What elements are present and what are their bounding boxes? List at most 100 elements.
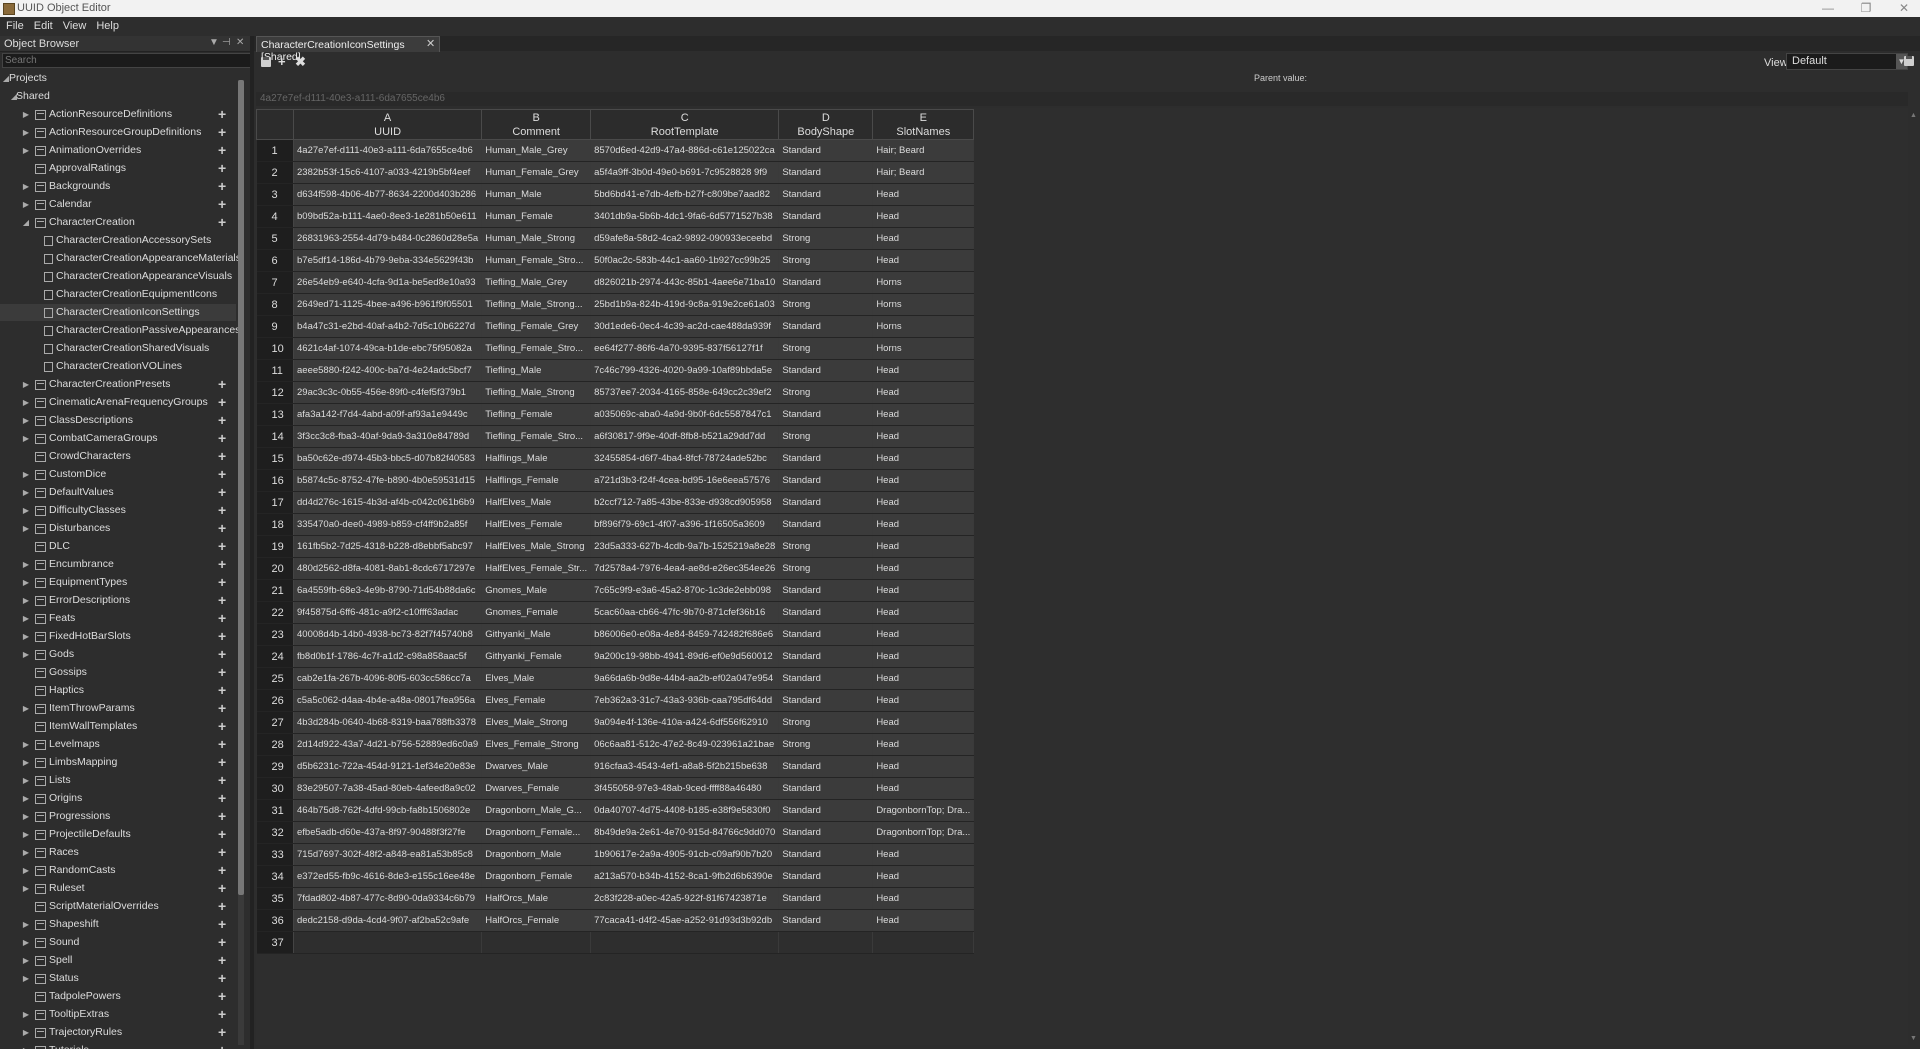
grid-cell[interactable]: Strong [778, 337, 874, 360]
grid-cell[interactable]: Dwarves_Male [481, 755, 592, 778]
grid-cell[interactable]: Head [872, 249, 975, 272]
row-number[interactable]: 33 [256, 843, 294, 866]
grid-cell[interactable]: Elves_Male [481, 667, 592, 690]
grid-cell[interactable]: DragonbornTop; Dra... [872, 821, 975, 844]
grid-cell[interactable]: Strong [778, 293, 874, 316]
add-item-icon[interactable]: + [218, 574, 226, 591]
collapsed-arrow-icon[interactable]: ▶ [22, 106, 30, 123]
grid-cell[interactable] [590, 931, 780, 954]
add-item-icon[interactable]: + [218, 610, 226, 627]
grid-cell[interactable]: b86006e0-e08a-4e84-8459-742482f686e6 [590, 623, 780, 646]
close-window-button[interactable]: ✕ [1889, 0, 1919, 17]
collapsed-arrow-icon[interactable]: ▶ [22, 916, 30, 933]
tree-item[interactable]: ▶ CharacterCreationPresets + [0, 376, 236, 393]
grid-cell[interactable]: 7d2578a4-7976-4ea4-ae8d-e26ec354ee26 [590, 557, 780, 580]
add-item-icon[interactable]: + [218, 682, 226, 699]
collapsed-arrow-icon[interactable]: ▶ [22, 124, 30, 141]
grid-cell[interactable]: Head [872, 227, 975, 250]
tree-item[interactable]: CharacterCreationIconSettings [0, 304, 236, 321]
grid-cell[interactable]: Head [872, 777, 975, 800]
grid-cell[interactable]: Human_Male [481, 183, 592, 206]
tree-item[interactable]: ▶ Origins + [0, 790, 236, 807]
tree-item[interactable]: ▶ Calendar + [0, 196, 236, 213]
column-header[interactable]: C RootTemplate [590, 109, 780, 140]
grid-cell[interactable]: Dragonborn_Male [481, 843, 592, 866]
grid-cell[interactable]: Horns [872, 293, 975, 316]
grid-cell[interactable] [778, 931, 874, 954]
grid-cell[interactable]: aeee5880-f242-400c-ba7d-4e24adc5bcf7 [293, 359, 483, 382]
tree-item[interactable]: ▶ FixedHotBarSlots + [0, 628, 236, 645]
add-item-icon[interactable]: + [218, 592, 226, 609]
add-item-icon[interactable]: + [218, 520, 226, 537]
tree-item[interactable]: ▶ Progressions + [0, 808, 236, 825]
grid-cell[interactable]: 1b90617e-2a9a-4905-91cb-c09af90b7b20 [590, 843, 780, 866]
tree-item[interactable]: ▶ ActionResourceDefinitions + [0, 106, 236, 123]
row-number[interactable]: 28 [256, 733, 294, 756]
grid-cell[interactable]: Standard [778, 799, 874, 822]
grid-cell[interactable]: 4b3d284b-0640-4b68-8319-baa788fb3378 [293, 711, 483, 734]
grid-cell[interactable]: Human_Female_Grey [481, 161, 592, 184]
row-number[interactable]: 15 [256, 447, 294, 470]
tree-item[interactable]: CharacterCreationAppearanceVisuals [0, 268, 236, 285]
add-item-icon[interactable]: + [218, 736, 226, 753]
tab-character-creation-icon-settings[interactable]: CharacterCreationIconSettings [Shared] ✕ [256, 36, 440, 63]
grid-cell[interactable]: 4a27e7ef-d111-40e3-a111-6da7655ce4b6 [293, 139, 483, 162]
grid-cell[interactable]: 7c46c799-4326-4020-9a99-10af89bbda5e [590, 359, 780, 382]
tree-item[interactable]: ▶ CombatCameraGroups + [0, 430, 236, 447]
tree-item[interactable]: ▶ ItemThrowParams + [0, 700, 236, 717]
grid-cell[interactable]: Standard [778, 777, 874, 800]
add-item-icon[interactable]: + [218, 556, 226, 573]
grid-cell[interactable]: HalfOrcs_Male [481, 887, 592, 910]
tree-item[interactable]: ▶ ActionResourceGroupDefinitions + [0, 124, 236, 141]
grid-cell[interactable]: Standard [778, 755, 874, 778]
tree-item[interactable]: ▶ Sound + [0, 934, 236, 951]
grid-cell[interactable]: 9a094e4f-136e-410a-a424-6df556f62910 [590, 711, 780, 734]
grid-cell[interactable]: 8570d6ed-42d9-47a4-886d-c61e125022ca [590, 139, 780, 162]
add-item-icon[interactable]: + [218, 844, 226, 861]
collapsed-arrow-icon[interactable]: ▶ [22, 412, 30, 429]
grid-cell[interactable]: Githyanki_Female [481, 645, 592, 668]
tree-item[interactable]: ▶ Levelmaps + [0, 736, 236, 753]
grid-cell[interactable]: Elves_Female [481, 689, 592, 712]
add-item-icon[interactable]: + [218, 124, 226, 141]
grid-cell[interactable]: Tiefling_Male [481, 359, 592, 382]
tree-item[interactable]: CharacterCreationPassiveAppearances [0, 322, 240, 339]
add-item-icon[interactable]: + [218, 466, 226, 483]
tree-item[interactable]: ▶ ProjectileDefaults + [0, 826, 236, 843]
grid-cell[interactable]: 161fb5b2-7d25-4318-b228-d8ebbf5abc97 [293, 535, 483, 558]
tree-item[interactable]: ▶ TrajectoryRules + [0, 1024, 236, 1041]
add-item-icon[interactable]: + [218, 394, 226, 411]
tree-item[interactable]: ◢ CharacterCreation + [0, 214, 236, 231]
grid-cell[interactable]: 7eb362a3-31c7-43a3-936b-caa795df64dd [590, 689, 780, 712]
tree-item[interactable]: ▶ Disturbances + [0, 520, 236, 537]
grid-cell[interactable]: 29ac3c3c-0b55-456e-89f0-c4fef5f379b1 [293, 381, 483, 404]
grid-cell[interactable]: HalfOrcs_Female [481, 909, 592, 932]
delete-row-icon[interactable]: ✖ [295, 54, 306, 70]
collapsed-arrow-icon[interactable]: ▶ [22, 880, 30, 897]
close-tab-icon[interactable]: ✕ [426, 37, 435, 50]
grid-cell[interactable]: Standard [778, 865, 874, 888]
grid-cell[interactable]: Head [872, 733, 975, 756]
grid-cell[interactable]: Hair; Beard [872, 139, 975, 162]
grid-cell[interactable]: Standard [778, 843, 874, 866]
grid-cell[interactable]: Tiefling_Female_Stro... [481, 425, 592, 448]
grid-cell[interactable]: Horns [872, 315, 975, 338]
grid-cell[interactable]: 25bd1b9a-824b-419d-9c8a-919e2ce61a03 [590, 293, 780, 316]
grid-cell[interactable]: Standard [778, 183, 874, 206]
grid-cell[interactable]: 5bd6bd41-e7db-4efb-b27f-c809be7aad82 [590, 183, 780, 206]
tree-item[interactable]: ▶ Spell + [0, 952, 236, 969]
tree-item[interactable]: ▶ Backgrounds + [0, 178, 236, 195]
grid-cell[interactable]: 916cfaa3-4543-4ef1-a8a8-5f2b215be638 [590, 755, 780, 778]
grid-cell[interactable]: Head [872, 623, 975, 646]
row-number[interactable]: 25 [256, 667, 294, 690]
grid-cell[interactable]: 26831963-2554-4d79-b484-0c2860d28e5a [293, 227, 483, 250]
menu-edit[interactable]: Edit [28, 17, 57, 32]
grid-cell[interactable]: Halflings_Female [481, 469, 592, 492]
grid-cell[interactable]: Tiefling_Male_Strong [481, 381, 592, 404]
tree-item[interactable]: ▶ LimbsMapping + [0, 754, 236, 771]
grid-cell[interactable]: Standard [778, 359, 874, 382]
grid-cell[interactable]: 2d14d922-43a7-4d21-b756-52889ed6c0a9 [293, 733, 483, 756]
collapsed-arrow-icon[interactable]: ▶ [22, 934, 30, 951]
grid-cell[interactable]: HalfElves_Male [481, 491, 592, 514]
collapsed-arrow-icon[interactable]: ▶ [22, 574, 30, 591]
